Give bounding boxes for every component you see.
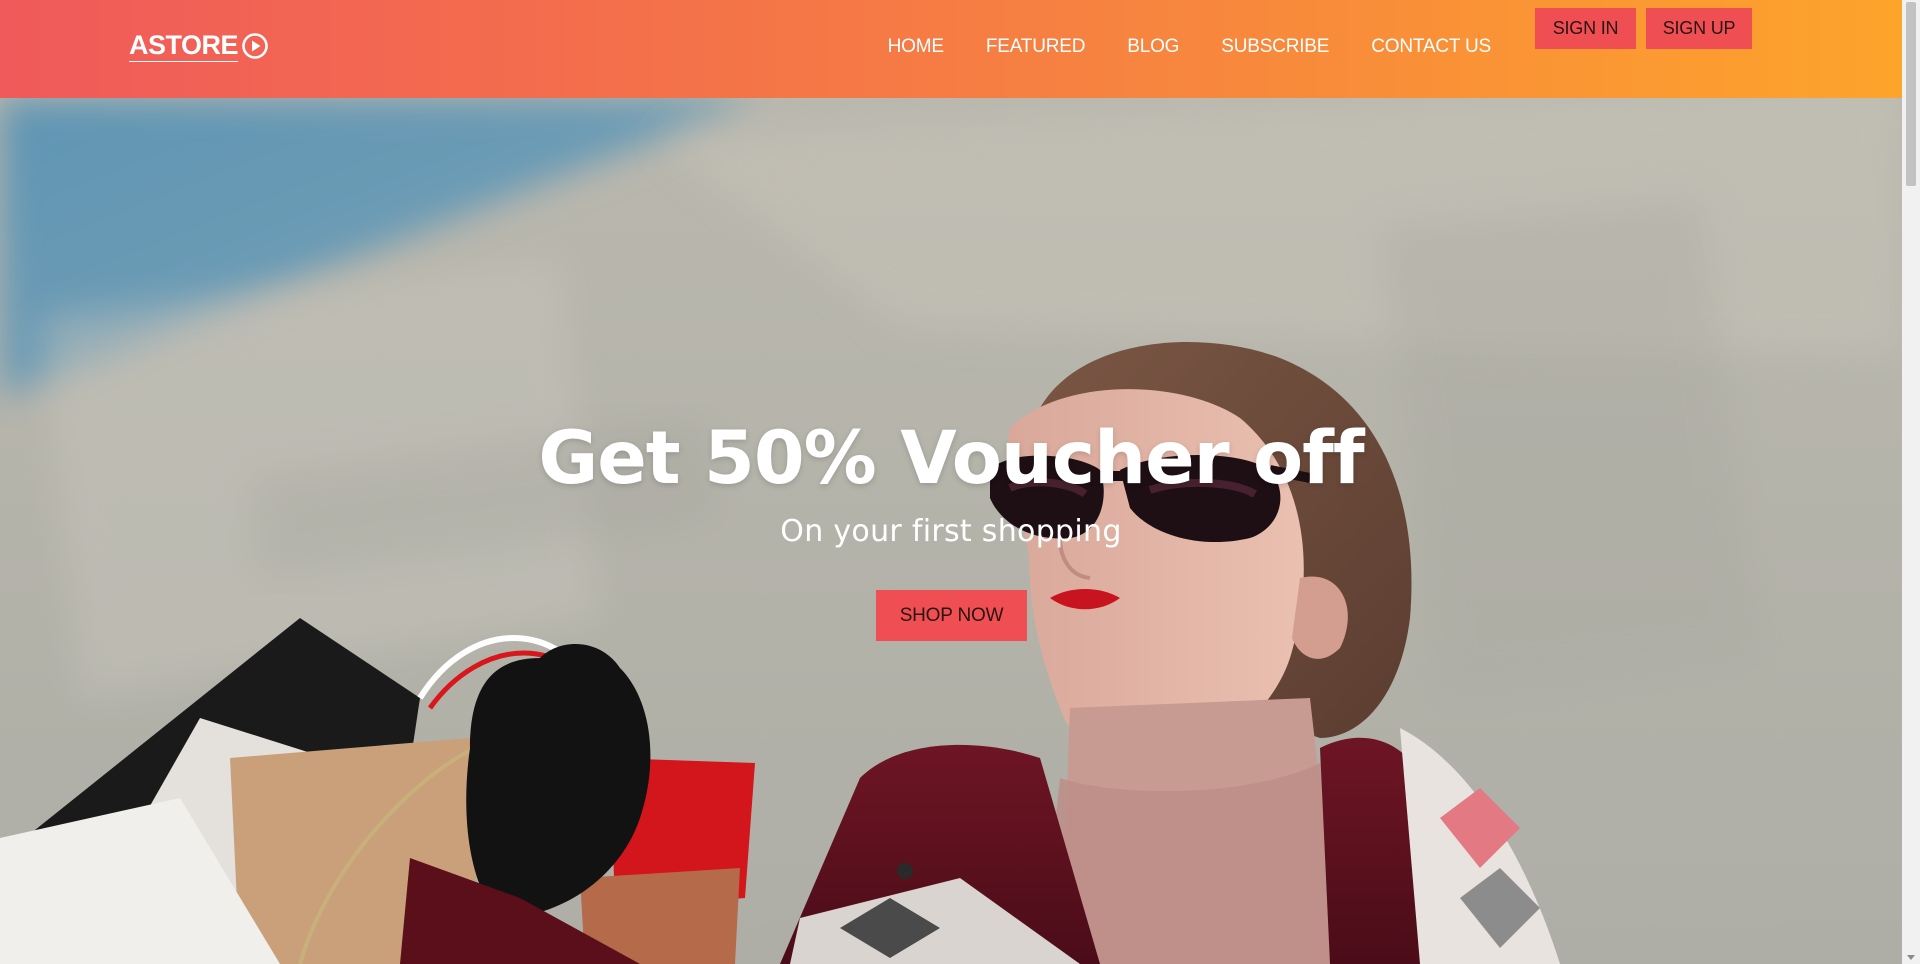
scroll-down-arrow-icon[interactable] [1907, 955, 1915, 960]
hero-section: Get 50% Voucher off On your first shoppi… [0, 98, 1902, 964]
hero-subtitle: On your first shopping [780, 514, 1122, 549]
sign-up-button[interactable]: SIGN UP [1646, 8, 1752, 49]
nav-contact-us[interactable]: CONTACT US [1371, 36, 1491, 58]
nav-subscribe[interactable]: SUBSCRIBE [1221, 36, 1329, 58]
page: ASTORE HOME FEATURED BLOG SUBSCRIBE CONT… [0, 0, 1920, 964]
nav-featured[interactable]: FEATURED [986, 36, 1086, 58]
site-header: ASTORE HOME FEATURED BLOG SUBSCRIBE CONT… [0, 0, 1902, 98]
shop-now-button[interactable]: SHOP NOW [876, 590, 1027, 641]
play-circle-icon [242, 32, 268, 59]
logo-text: ASTORE [129, 30, 239, 60]
page-scrollbar[interactable] [1902, 0, 1920, 964]
sign-in-button[interactable]: SIGN IN [1535, 8, 1636, 49]
nav-home[interactable]: HOME [888, 36, 944, 58]
hero-title: Get 50% Voucher off [538, 416, 1364, 501]
scrollbar-thumb[interactable] [1906, 2, 1916, 186]
hero-content: Get 50% Voucher off On your first shoppi… [0, 98, 1902, 964]
nav-blog[interactable]: BLOG [1127, 36, 1179, 58]
main-nav: HOME FEATURED BLOG SUBSCRIBE CONTACT US [888, 36, 1492, 58]
site-logo[interactable]: ASTORE [129, 30, 269, 61]
